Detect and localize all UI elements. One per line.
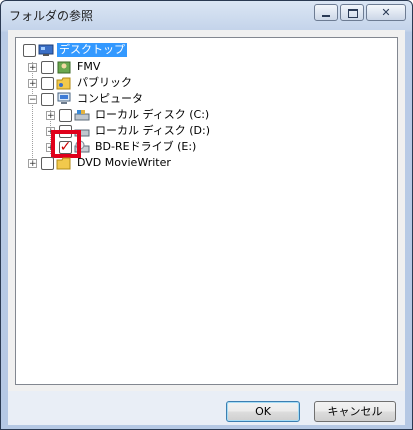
checkbox[interactable] (23, 43, 36, 57)
checkbox[interactable] (41, 76, 54, 90)
expand-toggle[interactable]: + (28, 159, 37, 169)
checkbox[interactable] (41, 156, 54, 170)
maximize-button[interactable] (340, 4, 364, 21)
highlight-box (51, 130, 81, 158)
dialog-client-area: デスクトップ + FMV + パブリック − コンピュータ + ローカル ディス… (8, 30, 405, 425)
expand-toggle[interactable]: + (28, 79, 37, 89)
tree-item-label: DVD MovieWriter (77, 156, 171, 169)
expand-toggle[interactable]: + (46, 111, 55, 121)
tree-item-label: FMV (77, 60, 101, 73)
tree-item-label: コンピュータ (77, 92, 143, 105)
folder-tree[interactable]: デスクトップ + FMV + パブリック − コンピュータ + ローカル ディス… (15, 37, 398, 385)
tree-item-public[interactable]: パブリック (41, 75, 134, 91)
checkbox[interactable] (41, 60, 54, 74)
expand-toggle[interactable]: + (28, 63, 37, 73)
computer-icon (56, 92, 72, 106)
tree-item-dvd-moviewriter[interactable]: DVD MovieWriter (41, 155, 173, 171)
tree-item-label: ローカル ディスク (C:) (95, 108, 210, 121)
tree-guide-line (32, 62, 33, 162)
public-folder-icon (56, 76, 72, 90)
window-controls: ✕ (312, 4, 406, 21)
tree-item-desktop[interactable]: デスクトップ (23, 42, 128, 58)
folder-browse-dialog: フォルダの参照 ✕ デスクトップ + FMV + パブリック − コンピュータ … (0, 0, 413, 430)
local-disk-icon (74, 108, 90, 122)
tree-item-fmv[interactable]: FMV (41, 59, 102, 75)
desktop-icon (38, 43, 54, 57)
tree-item-local-disk-c[interactable]: ローカル ディスク (C:) (59, 107, 211, 123)
tree-item-label: パブリック (77, 76, 132, 89)
user-folder-icon (56, 60, 72, 74)
window-title: フォルダの参照 (9, 9, 94, 23)
checkbox[interactable] (59, 108, 72, 122)
ok-button[interactable]: OK (226, 401, 300, 422)
collapse-toggle[interactable]: − (28, 95, 37, 105)
maximize-icon (348, 9, 358, 18)
tree-item-local-disk-d[interactable]: ローカル ディスク (D:) (59, 123, 212, 139)
close-button[interactable]: ✕ (366, 4, 406, 21)
title-bar[interactable]: フォルダの参照 ✕ (1, 1, 412, 29)
tree-item-label: デスクトップ (56, 42, 128, 58)
folder-icon (56, 156, 72, 170)
checkbox[interactable] (41, 92, 54, 106)
tree-item-label: BD-REドライブ (E:) (95, 140, 197, 153)
tree-item-label: ローカル ディスク (D:) (95, 124, 210, 137)
minimize-icon (322, 15, 330, 17)
cancel-button[interactable]: キャンセル (314, 401, 396, 422)
tree-item-computer[interactable]: コンピュータ (41, 91, 145, 107)
close-icon: ✕ (381, 6, 391, 19)
minimize-button[interactable] (314, 4, 338, 21)
